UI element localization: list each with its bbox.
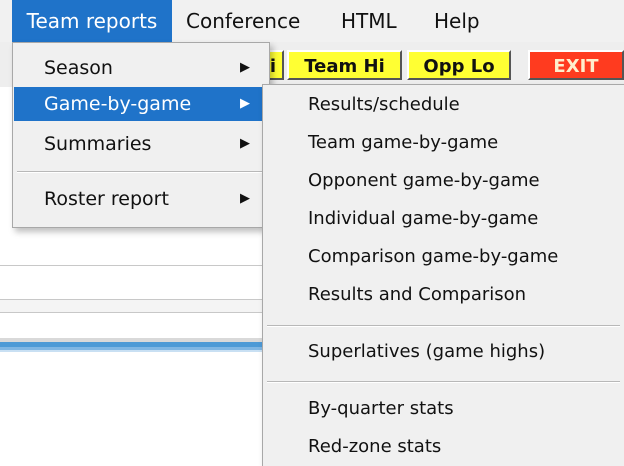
menu-item-label: Results and Comparison [308,284,527,305]
menu-separator [267,381,620,383]
submenu-arrow-icon: ▶ [240,136,250,151]
menu-item-label: By-quarter stats [308,398,454,419]
background-panel [0,300,262,312]
menu-item-label: Opponent game-by-game [308,170,540,191]
opp-lo-button[interactable]: Opp Lo [407,50,511,80]
menu-item-label: Comparison game-by-game [308,246,559,267]
game-by-game-submenu: Results/schedule Team game-by-game Oppon… [262,84,624,466]
menu-html[interactable]: HTML [341,0,397,42]
background-divider [0,312,262,313]
exit-button[interactable]: EXIT [528,50,624,80]
menu-item-roster-report[interactable]: Roster report ▶ [14,182,268,216]
menu-item-label: Roster report [44,188,169,210]
menu-item-label: Game-by-game [44,93,192,115]
menu-help[interactable]: Help [434,0,480,42]
menu-item-game-by-game[interactable]: Game-by-game ▶ [14,87,268,121]
menu-item-label: Team game-by-game [308,132,499,153]
submenu-item-by-quarter-stats[interactable]: By-quarter stats [264,392,623,426]
menu-item-label: Summaries [44,133,152,155]
background-window-bar [0,350,262,352]
submenu-item-red-zone-stats[interactable]: Red-zone stats [264,430,623,464]
submenu-item-results-schedule[interactable]: Results/schedule [264,88,623,122]
menu-item-label: Results/schedule [308,94,460,115]
menu-item-label: Season [44,57,113,79]
submenu-arrow-icon: ▶ [240,96,250,111]
menu-team-reports[interactable]: Team reports [12,0,172,42]
menu-item-summaries[interactable]: Summaries ▶ [14,127,268,161]
menu-item-label: Individual game-by-game [308,208,539,229]
menu-separator [17,171,265,173]
menu-bar: Team reports Conference HTML Help [0,0,624,42]
team-hi-button[interactable]: Team Hi [287,50,402,80]
submenu-arrow-icon: ▶ [240,60,250,75]
submenu-item-opponent-game-by-game[interactable]: Opponent game-by-game [264,164,623,198]
menu-item-label: Red-zone stats [308,436,442,457]
submenu-item-superlatives[interactable]: Superlatives (game highs) [264,335,623,369]
submenu-item-individual-game-by-game[interactable]: Individual game-by-game [264,202,623,236]
menu-item-label: Superlatives (game highs) [308,341,546,362]
menu-separator [267,325,620,327]
submenu-item-results-and-comparison[interactable]: Results and Comparison [264,278,623,312]
submenu-arrow-icon: ▶ [240,191,250,206]
team-reports-menu: Season ▶ Game-by-game ▶ Summaries ▶ Rost… [12,42,270,228]
menu-item-season[interactable]: Season ▶ [14,51,268,85]
menu-conference[interactable]: Conference [186,0,300,42]
submenu-item-team-game-by-game[interactable]: Team game-by-game [264,126,623,160]
background-divider [0,265,262,266]
submenu-item-comparison-game-by-game[interactable]: Comparison game-by-game [264,240,623,274]
